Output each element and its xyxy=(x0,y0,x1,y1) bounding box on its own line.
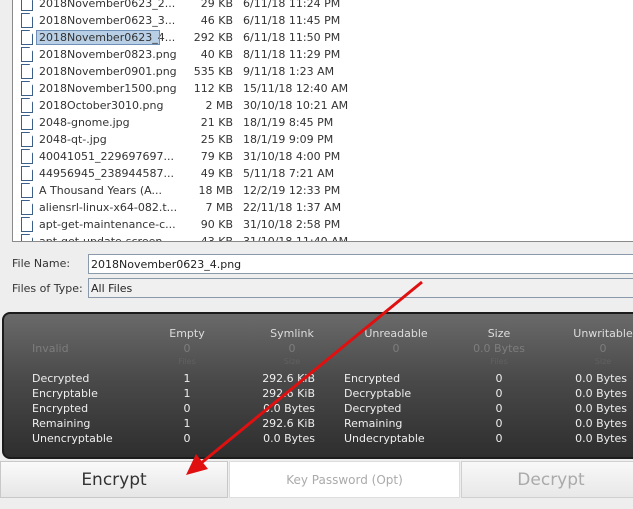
annotation-arrow-icon xyxy=(186,280,423,475)
